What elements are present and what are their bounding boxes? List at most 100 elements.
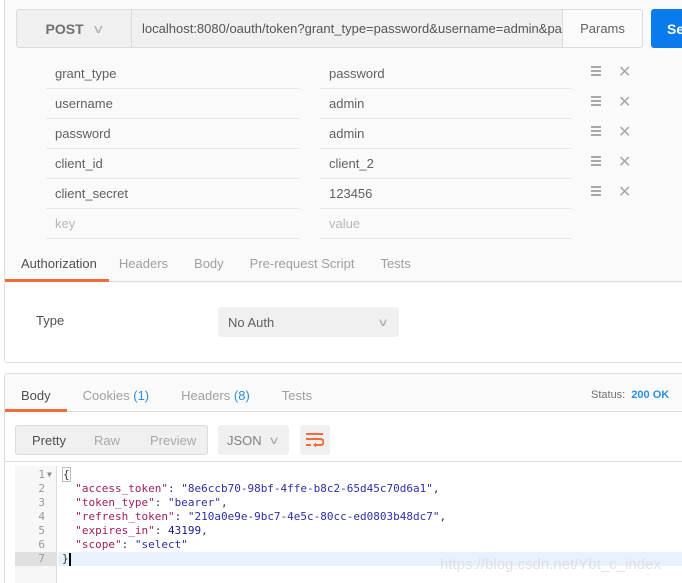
param-key[interactable]: client_id — [46, 149, 300, 179]
tab-headers[interactable]: Headers — [109, 249, 178, 281]
drag-handle-icon[interactable] — [591, 66, 601, 78]
text-cursor — [68, 552, 71, 566]
params-button[interactable]: Params — [562, 9, 643, 48]
send-button[interactable]: Send — [651, 9, 682, 48]
code-line: 5 "expires_in": 43199, — [15, 524, 682, 538]
method-select[interactable]: POST ∨ — [16, 9, 132, 48]
format-select[interactable]: JSON ∨ — [218, 425, 289, 455]
tab-authorization[interactable]: Authorization — [5, 249, 109, 282]
param-value[interactable]: admin — [320, 119, 572, 149]
wrap-lines-button[interactable] — [300, 425, 330, 455]
line-number: 3 — [38, 496, 45, 509]
cookies-count: (1) — [133, 388, 150, 403]
watermark: https://blog.csdn.net/Ybt_c_index — [440, 556, 661, 573]
param-key[interactable]: client_secret — [46, 179, 300, 209]
tab-label: Headers — [181, 388, 231, 403]
json-key: "token_type" — [75, 496, 155, 509]
code-line: 6 "scope": "select" — [15, 538, 682, 552]
json-punct: , — [201, 524, 208, 537]
view-pretty-button[interactable]: Pretty — [16, 433, 66, 448]
response-toolbar: Pretty Raw Preview JSON ∨ — [5, 412, 682, 462]
code-text: "refresh_token": "210a0e9e-9bc7-4e5c-80c… — [75, 510, 447, 523]
param-key[interactable]: grant_type — [46, 59, 300, 89]
line-number: 2 — [38, 482, 45, 495]
wrap-lines-icon — [306, 433, 324, 447]
line-number: 4 — [38, 510, 45, 523]
chevron-down-icon: ∨ — [376, 316, 390, 329]
json-brace: { — [62, 467, 71, 482]
drag-handle-icon[interactable] — [591, 126, 601, 138]
tab-cookies[interactable]: Cookies (1) — [67, 374, 165, 411]
json-value: "select" — [134, 538, 188, 551]
param-row: grant_type password ✕ — [5, 59, 682, 89]
param-value[interactable]: admin — [320, 89, 572, 119]
code-line: 3 "token_type": "bearer", — [15, 496, 682, 510]
param-value[interactable]: password — [320, 59, 572, 89]
authorization-pane: Type No Auth ∨ — [5, 283, 682, 362]
tab-response-body[interactable]: Body — [5, 374, 67, 412]
json-punct: , — [220, 496, 228, 509]
json-value: "8e6ccb70-98bf-4ffe-b8c2-65d45c70d6a1" — [181, 482, 433, 495]
json-value: "210a0e9e-9bc7-4e5c-80cc-ed0803b48dc7" — [187, 510, 440, 523]
chevron-down-icon: ∨ — [267, 434, 281, 447]
drag-handle-icon[interactable] — [591, 96, 601, 108]
code-text: } — [62, 552, 71, 566]
status-value: 200 OK — [631, 389, 670, 401]
drag-handle-icon[interactable] — [591, 156, 601, 168]
new-param-key-input[interactable]: key — [46, 209, 300, 239]
tab-response-headers[interactable]: Headers (8) — [165, 374, 266, 411]
code-text: "token_type": "bearer", — [75, 496, 228, 509]
auth-type-value: No Auth — [228, 314, 275, 330]
view-mode-group: Pretty Raw Preview — [15, 425, 208, 455]
params-table: grant_type password ✕ username admin ✕ p… — [5, 59, 682, 239]
request-tabs: Authorization Headers Body Pre-request S… — [5, 249, 682, 282]
json-value: 43199 — [167, 524, 202, 537]
param-row: password admin ✕ — [5, 119, 682, 149]
tab-test-results[interactable]: Tests — [266, 374, 328, 411]
code-line: 2 "access_token": "8e6ccb70-98bf-4ffe-b8… — [15, 482, 682, 496]
fold-toggle-icon[interactable]: ▼ — [47, 468, 52, 482]
delete-icon[interactable]: ✕ — [618, 59, 631, 89]
tab-label: Tests — [281, 388, 313, 403]
line-number: 5 — [38, 524, 45, 537]
headers-count: (8) — [233, 388, 250, 403]
code-text: { — [62, 467, 71, 482]
json-key: "scope" — [75, 538, 122, 551]
auth-type-select[interactable]: No Auth ∨ — [218, 307, 399, 337]
drag-handle-icon[interactable] — [591, 186, 601, 198]
delete-icon[interactable]: ✕ — [618, 149, 631, 179]
tab-pre-request-script[interactable]: Pre-request Script — [240, 249, 365, 281]
code-line: 4 "refresh_token": "210a0e9e-9bc7-4e5c-8… — [15, 510, 682, 524]
delete-icon[interactable]: ✕ — [618, 89, 631, 119]
auth-type-label: Type — [36, 313, 65, 328]
json-value: "bearer" — [167, 496, 221, 509]
json-key: "access_token" — [75, 482, 168, 495]
code-text: "scope": "select" — [75, 538, 188, 551]
status-label: Status: — [591, 389, 626, 401]
tab-body[interactable]: Body — [184, 249, 234, 281]
param-row: username admin ✕ — [5, 89, 682, 119]
param-key[interactable]: password — [46, 119, 300, 149]
json-punct: , — [432, 482, 440, 495]
format-value: JSON — [227, 432, 262, 448]
param-key[interactable]: username — [46, 89, 300, 119]
param-value[interactable]: 123456 — [320, 179, 572, 209]
view-preview-button[interactable]: Preview — [120, 433, 196, 448]
code-text: "expires_in": 43199, — [75, 524, 208, 537]
json-brace: } — [62, 552, 69, 565]
json-punct: , — [439, 510, 447, 523]
request-panel: POST ∨ localhost:8080/oauth/token?grant_… — [4, 0, 682, 363]
line-number: 1 — [38, 468, 45, 481]
tab-label: Cookies — [82, 388, 130, 403]
json-key: "expires_in" — [75, 524, 155, 537]
status-indicator: Status: 200 OK — [591, 389, 669, 401]
response-tabs: Body Cookies (1) Headers (8) Tests Statu… — [5, 374, 682, 412]
delete-icon[interactable]: ✕ — [618, 179, 631, 209]
view-raw-button[interactable]: Raw — [66, 433, 120, 448]
param-value[interactable]: client_2 — [320, 149, 572, 179]
url-input[interactable]: localhost:8080/oauth/token?grant_type=pa… — [132, 9, 562, 48]
delete-icon[interactable]: ✕ — [618, 119, 631, 149]
tab-tests[interactable]: Tests — [370, 249, 420, 281]
code-text: "access_token": "8e6ccb70-98bf-4ffe-b8c2… — [75, 482, 440, 495]
new-param-value-input[interactable]: value — [320, 209, 572, 239]
